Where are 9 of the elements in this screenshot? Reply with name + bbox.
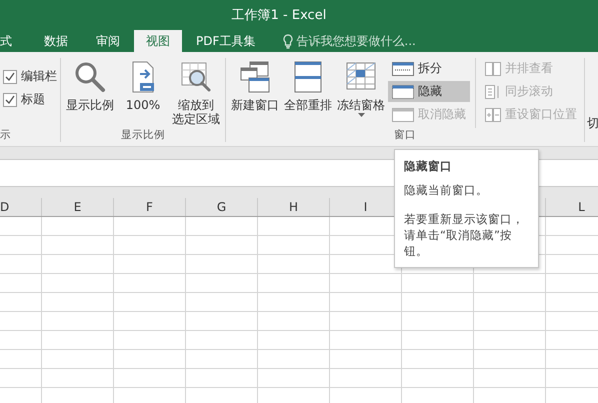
group-label: 显示比例 [120,128,166,142]
group-label: 窗口 [393,128,417,142]
checkbox-label: 标题 [21,91,45,108]
group-label: 示 [0,128,12,142]
window-title: 工作簿1 - Excel [232,7,326,24]
tooltip-text: 若要重新显示该窗口，请单击“取消隐藏”按钮。 [404,211,525,259]
checkbox-label: 编辑栏 [21,68,57,85]
tooltip-title: 隐藏窗口 [404,158,453,174]
tooltip-text: 隐藏当前窗口。 [404,182,489,198]
